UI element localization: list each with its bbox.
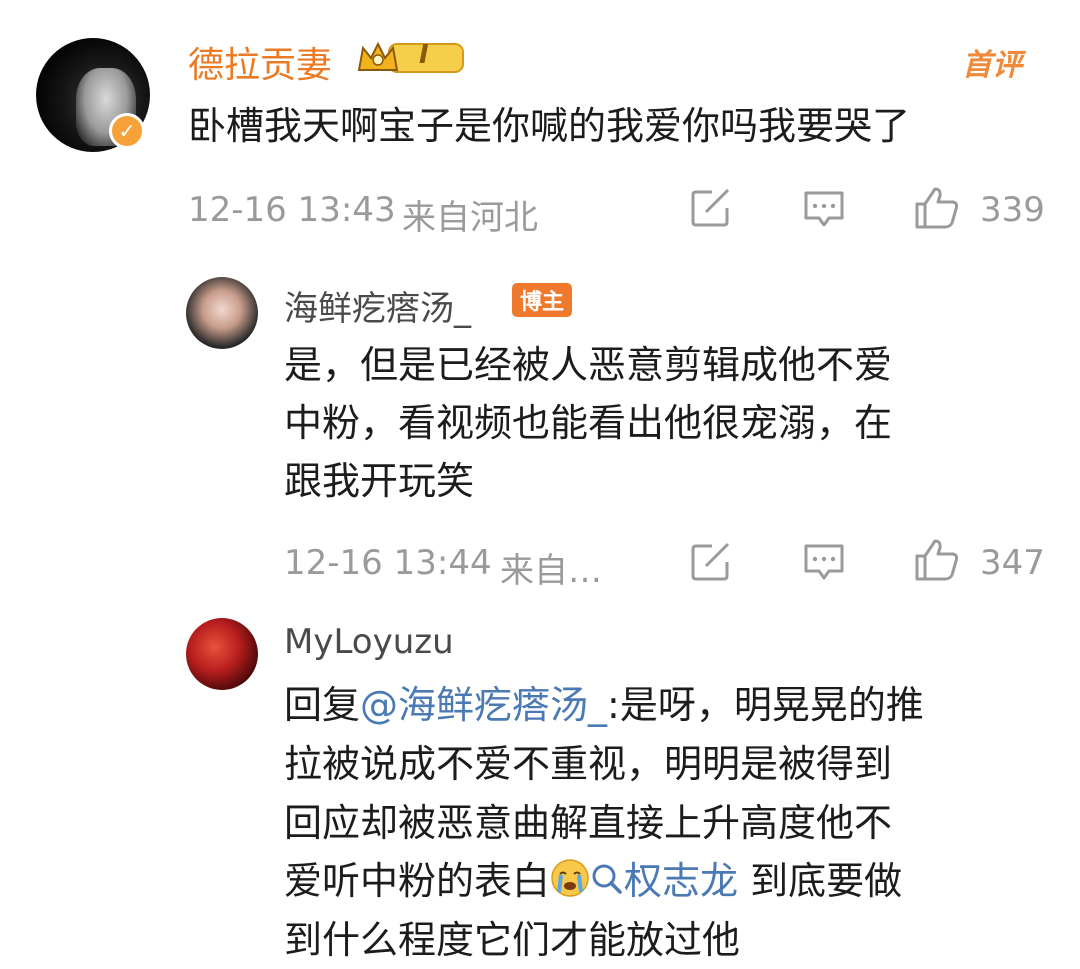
reply-text-line: 回应却被恶意曲解直接上升高度他不	[284, 801, 893, 845]
crying-emoji-icon	[550, 857, 590, 897]
crown-icon: I	[355, 38, 467, 78]
reply-username[interactable]: 海鲜疙瘩汤_	[284, 281, 471, 330]
share-icon[interactable]	[690, 188, 732, 228]
comment-icon[interactable]	[803, 190, 845, 230]
comment-username[interactable]: 德拉贡妻	[188, 36, 332, 88]
reply-text-line: 拉被说成不爱不重视，明明是被得到	[284, 742, 893, 786]
comment-location: 来自河北	[402, 198, 538, 238]
reply-text-line: 到什么程度它们才能放过他	[284, 918, 741, 962]
reply-text-line: 跟我开玩笑	[284, 459, 475, 503]
like-count: 339	[980, 190, 1045, 230]
search-icon	[590, 855, 624, 894]
share-icon[interactable]	[690, 542, 732, 582]
reply-text-line: 中粉，看视频也能看出他很宠溺，在	[284, 401, 893, 445]
like-icon[interactable]	[914, 186, 960, 230]
reply-prefix: 回复	[284, 683, 361, 727]
avatar[interactable]	[186, 277, 258, 349]
verified-icon: ✓	[109, 113, 145, 149]
reply-text-segment: 爱听中粉的表白	[284, 859, 551, 903]
comment-text: 卧槽我天啊宝子是你喊的我爱你吗我要哭了	[188, 104, 911, 148]
blogger-badge: 博主	[512, 283, 572, 317]
reply-username[interactable]: MyLoyuzu	[284, 622, 454, 662]
topic-link[interactable]: 权志龙	[590, 859, 738, 903]
comment-icon[interactable]	[803, 543, 845, 583]
like-count: 347	[980, 543, 1045, 583]
level-badge-text: I	[419, 40, 429, 70]
reply-time: 12-16 13:44	[284, 543, 492, 583]
reply-text-segment: :是呀，明晃晃的推	[607, 683, 924, 727]
first-comment-tag: 首评	[962, 48, 1022, 83]
avatar[interactable]	[186, 618, 258, 690]
reply-location: 来自…	[500, 551, 602, 591]
like-icon[interactable]	[914, 538, 960, 582]
mention-link[interactable]: @海鲜疙瘩汤_	[360, 683, 607, 727]
reply-text-line: 回复@海鲜疙瘩汤_:是呀，明晃晃的推	[284, 677, 924, 734]
topic-label[interactable]: 权志龙	[624, 859, 738, 903]
reply-text-line: 是，但是已经被人恶意剪辑成他不爱	[284, 343, 893, 387]
reply-text-line: 爱听中粉的表白 权志龙 到底要做	[284, 853, 902, 910]
comment-time: 12-16 13:43	[188, 190, 396, 230]
reply-text-segment: 到底要做	[738, 859, 903, 903]
